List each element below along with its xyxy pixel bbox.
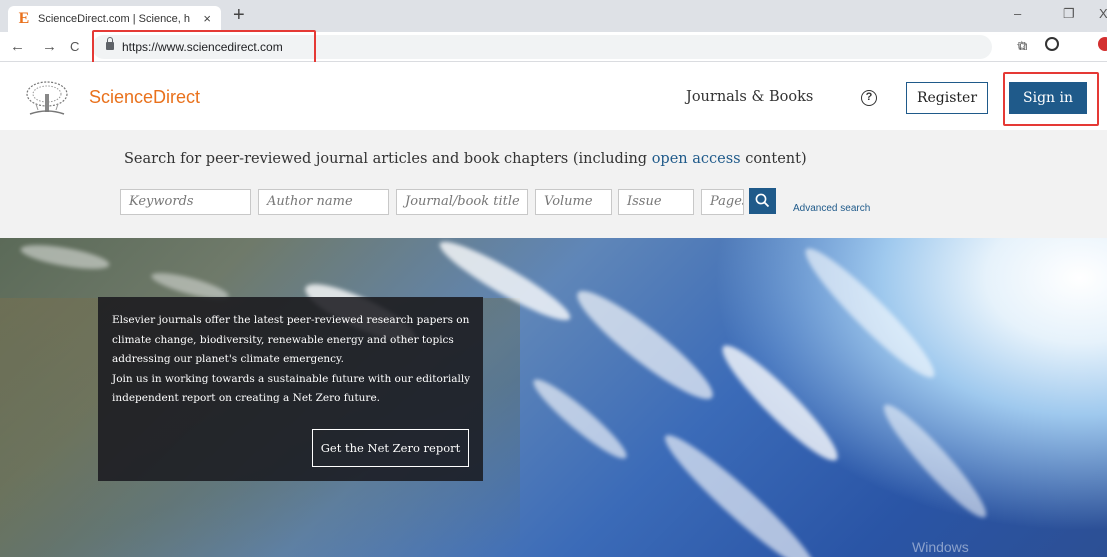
- journals-books-link[interactable]: Journals & Books: [686, 89, 813, 105]
- reload-icon[interactable]: C: [70, 39, 79, 54]
- search-button[interactable]: [749, 188, 776, 214]
- search-heading-text: Search for peer-reviewed journal article…: [124, 151, 652, 167]
- profile-icon[interactable]: [1045, 37, 1059, 51]
- journal-title-input[interactable]: Journal/book title: [396, 189, 528, 215]
- windows-watermark: Windows: [912, 539, 969, 555]
- search-heading-suffix: content): [740, 151, 807, 167]
- pages-input[interactable]: Pages: [701, 189, 744, 215]
- sign-in-highlight-box: [1003, 72, 1099, 126]
- elsevier-tree-logo-icon[interactable]: [24, 80, 70, 118]
- issue-input[interactable]: Issue: [618, 189, 694, 215]
- hero-cloud: [875, 396, 995, 526]
- search-section: [0, 130, 1107, 238]
- browser-tab[interactable]: E ScienceDirect.com | Science, h ×: [8, 6, 221, 32]
- hero-cloud: [655, 424, 825, 557]
- tab-close-icon[interactable]: ×: [203, 11, 211, 26]
- author-name-input[interactable]: Author name: [258, 189, 389, 215]
- keywords-input[interactable]: Keywords: [120, 189, 251, 215]
- help-icon[interactable]: ?: [861, 90, 877, 106]
- extension-icon[interactable]: [1098, 37, 1107, 51]
- new-tab-icon[interactable]: +: [233, 4, 245, 27]
- minimize-icon[interactable]: –: [1014, 6, 1021, 21]
- tab-title: ScienceDirect.com | Science, h: [38, 13, 191, 25]
- forward-arrow-icon[interactable]: →: [42, 38, 57, 55]
- search-heading: Search for peer-reviewed journal article…: [124, 151, 807, 167]
- volume-input[interactable]: Volume: [535, 189, 612, 215]
- promo-paragraph-1: Elsevier journals offer the latest peer-…: [112, 314, 470, 365]
- hero-cloud: [795, 238, 945, 388]
- sciencedirect-logo-text[interactable]: ScienceDirect: [89, 87, 200, 108]
- register-button[interactable]: Register: [906, 82, 988, 114]
- restore-icon[interactable]: ❐: [1063, 6, 1075, 22]
- hero-cloud: [567, 279, 723, 411]
- elsevier-favicon-icon: E: [18, 10, 30, 27]
- hero-cloud: [712, 335, 848, 471]
- net-zero-report-button[interactable]: Get the Net Zero report: [312, 429, 469, 467]
- hero-cloud: [526, 372, 634, 466]
- search-icon: [755, 193, 770, 208]
- hero-cloud: [19, 240, 111, 274]
- window-close-icon[interactable]: X: [1099, 6, 1107, 21]
- open-access-link[interactable]: open access: [652, 151, 741, 167]
- star-icon[interactable]: ☆: [1016, 38, 1028, 54]
- promo-text: Elsevier journals offer the latest peer-…: [112, 311, 474, 409]
- advanced-search-link[interactable]: Advanced search: [793, 203, 870, 214]
- back-arrow-icon[interactable]: ←: [10, 38, 25, 55]
- promo-paragraph-2: Join us in working towards a sustainable…: [112, 372, 471, 405]
